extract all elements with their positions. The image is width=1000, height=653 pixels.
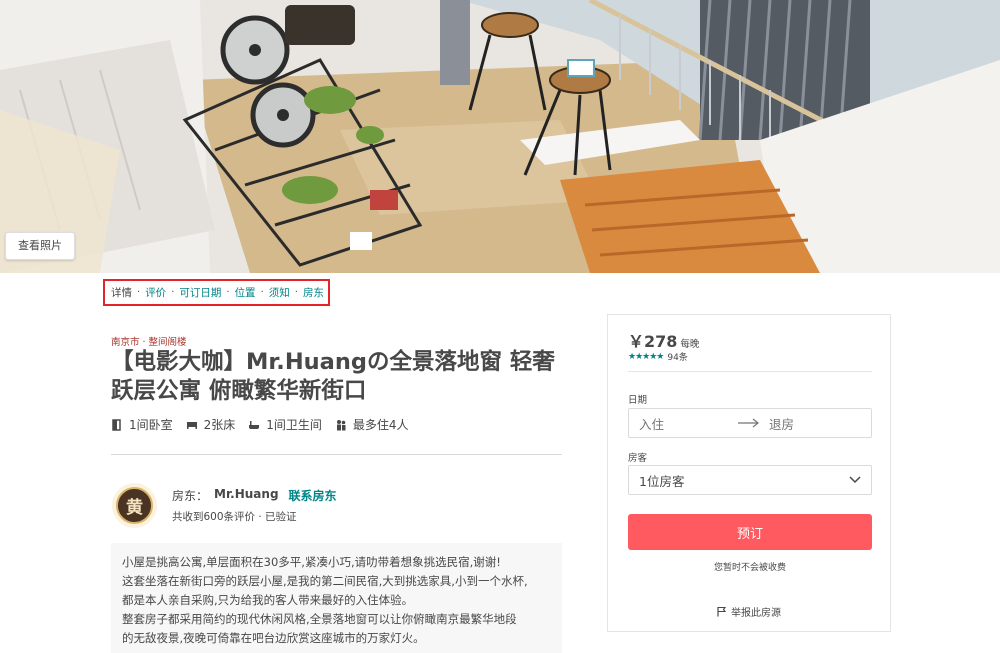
nav-separator: · <box>226 287 230 298</box>
listing-title: 【电影大咖】Mr.Huangの全景落地窗 轻奢跃层公寓 俯瞰繁华新街口 <box>111 349 555 404</box>
rating-row[interactable]: ★★★★★ 94条 <box>628 350 688 364</box>
date-range-picker: 入住 退房 <box>628 408 872 438</box>
amenity-label: 1间卧室 <box>129 418 173 432</box>
location-breadcrumb[interactable]: 南京市 · 整间阁楼 <box>111 334 187 348</box>
nav-item-location[interactable]: 位置 <box>235 285 256 300</box>
amenity-bathrooms: 1间卫生间 <box>248 416 322 433</box>
description-line: 都是本人亲自采购,只为给我的客人带来最好的入住体验。 <box>122 593 414 607</box>
nav-item-host[interactable]: 房东 <box>303 285 324 300</box>
amenity-bedrooms: 1间卧室 <box>111 416 173 433</box>
description-line: 这套坐落在新街口旁的跃层小屋,是我的第二间民宿,大到挑选家具,小到一个水杯, <box>122 574 528 588</box>
nightly-price: ￥278 <box>628 332 678 351</box>
amenity-label: 2张床 <box>203 418 236 432</box>
amenity-guests: 最多住4人 <box>335 416 409 433</box>
dates-label: 日期 <box>628 395 648 406</box>
contact-host-link[interactable]: 联系房东 <box>289 487 337 504</box>
star-rating-icon: ★★★★★ <box>628 351 664 362</box>
chevron-down-icon <box>849 476 861 484</box>
checkin-input[interactable]: 入住 <box>639 414 735 433</box>
description-line: 的无敌夜景,夜晚可倚靠在吧台边欣赏这座城市的万家灯火。 <box>122 631 425 645</box>
nav-item-availability[interactable]: 可订日期 <box>179 285 221 300</box>
nav-separator: · <box>260 287 264 298</box>
guests-label: 房客 <box>628 453 648 464</box>
section-nav: 详情 · 评价 · 可订日期 · 位置 · 须知 · 房东 <box>103 279 330 306</box>
nav-separator: · <box>171 287 175 298</box>
guests-value: 1位房客 <box>639 473 685 489</box>
guests-icon <box>336 419 346 430</box>
review-count: 94条 <box>667 353 688 363</box>
door-icon <box>112 418 121 431</box>
hero-photo-illustration <box>0 0 1000 273</box>
host-avatar[interactable]: 黄 <box>112 483 157 528</box>
checkout-input[interactable]: 退房 <box>769 414 794 433</box>
host-prefix: 房东： <box>172 489 209 503</box>
bed-icon <box>186 421 197 429</box>
nav-item-details[interactable]: 详情 <box>111 285 132 300</box>
nav-separator: · <box>294 287 298 298</box>
amenity-label: 1间卫生间 <box>266 418 322 432</box>
amenities-summary: 1间卧室 2张床 1间卫生间 最多住4人 <box>111 416 422 433</box>
host-avatar-initial: 黄 <box>116 487 153 524</box>
book-button[interactable]: 预订 <box>628 514 872 550</box>
view-photos-button[interactable]: 查看照片 <box>5 232 75 260</box>
nav-item-rules[interactable]: 须知 <box>269 285 290 300</box>
description-line: 整套房子都采用简约的现代休闲风格,全景落地窗可以让你俯瞰南京最繁华地段 <box>122 612 517 626</box>
description-line: 小屋是挑高公寓,单层面积在30多平,紧凑小巧,请叻带着想象挑选民宿,谢谢! <box>122 555 501 569</box>
report-label: 举报此房源 <box>731 608 781 619</box>
listing-description: 小屋是挑高公寓,单层面积在30多平,紧凑小巧,请叻带着想象挑选民宿,谢谢! 这套… <box>111 543 562 653</box>
listing-hero-photo[interactable]: 查看照片 <box>0 0 1000 273</box>
amenity-beds: 2张床 <box>186 416 236 433</box>
amenity-label: 最多住4人 <box>352 418 409 432</box>
booking-card: ￥278 每晚 ★★★★★ 94条 日期 入住 退房 房客 1位房客 预订 您暂… <box>607 314 891 632</box>
no-charge-note: 您暂时不会被收费 <box>713 563 786 573</box>
price-row: ￥278 每晚 <box>628 328 699 352</box>
flag-icon <box>717 606 727 617</box>
card-divider <box>628 371 872 372</box>
host-name[interactable]: Mr.Huang <box>214 487 279 504</box>
bathtub-icon <box>249 420 260 429</box>
guests-select[interactable]: 1位房客 <box>628 465 872 495</box>
section-divider <box>111 454 562 455</box>
arrow-right-icon <box>738 418 759 428</box>
host-review-summary: 共收到600条评价 · 已验证 <box>172 511 297 523</box>
nav-separator: · <box>137 287 141 298</box>
per-night-label: 每晚 <box>680 339 700 350</box>
host-line: 房东： Mr.Huang 联系房东 <box>172 487 337 504</box>
report-listing-link[interactable]: 举报此房源 <box>607 604 891 619</box>
nav-item-reviews[interactable]: 评价 <box>145 285 166 300</box>
